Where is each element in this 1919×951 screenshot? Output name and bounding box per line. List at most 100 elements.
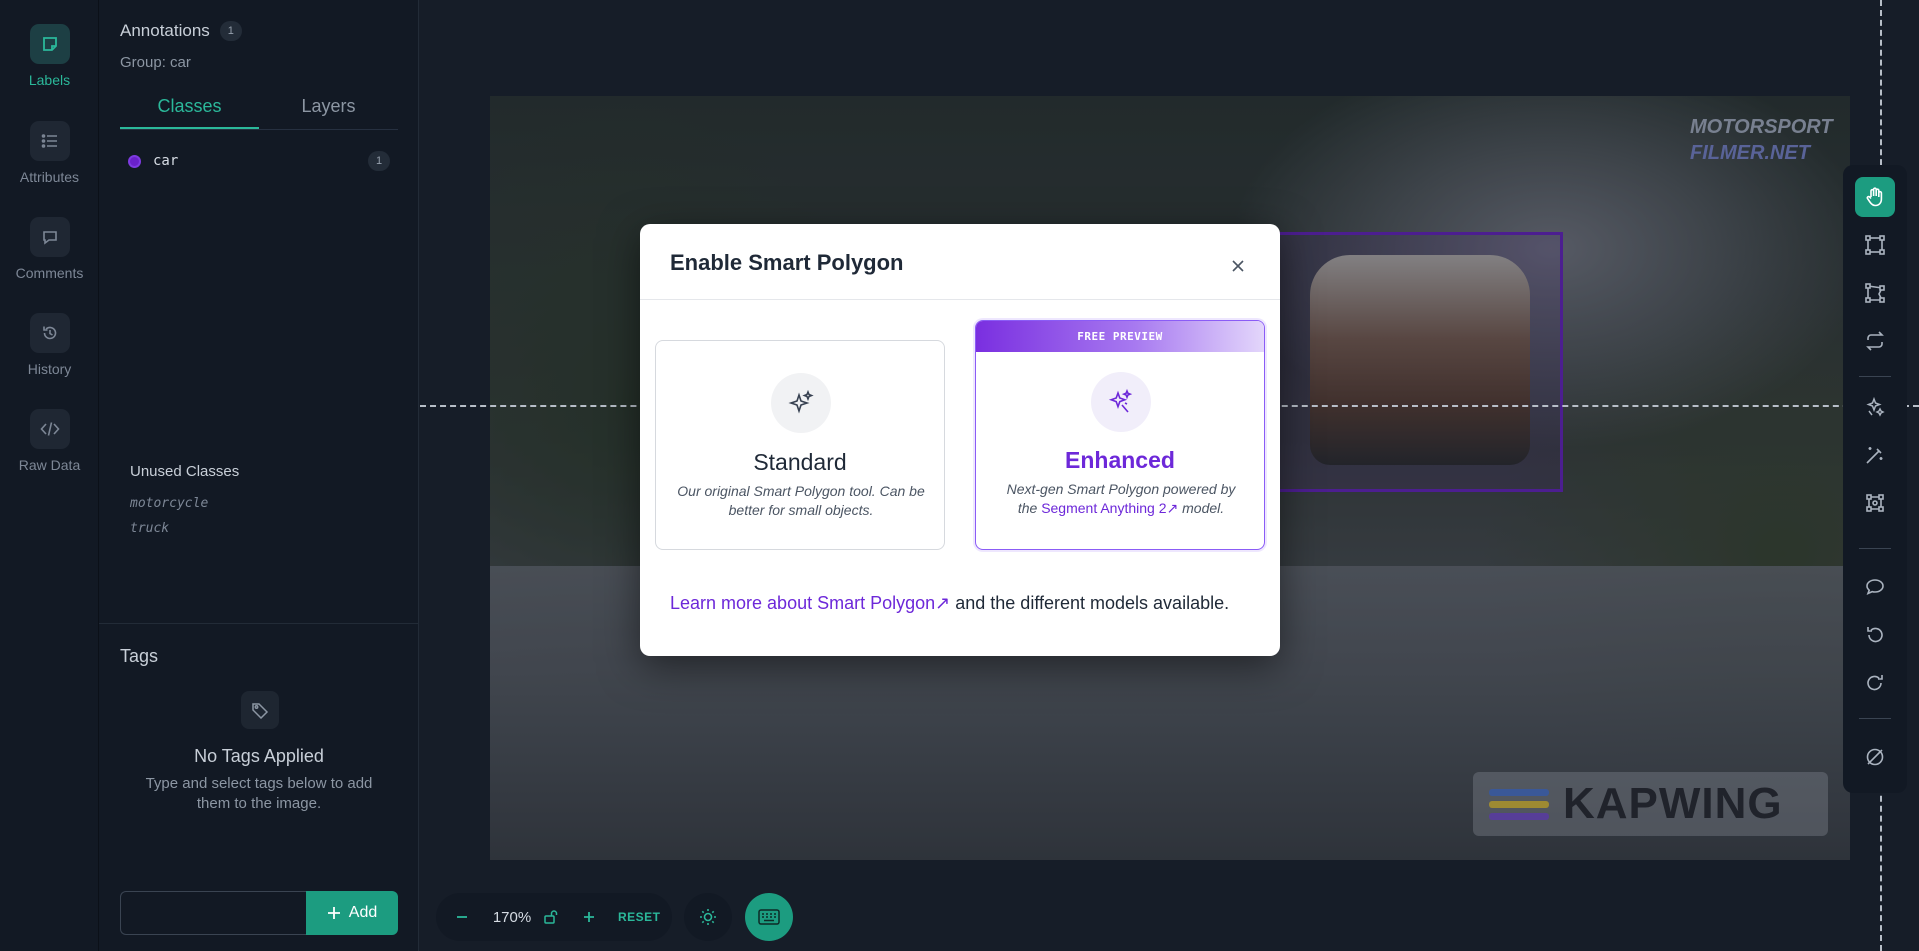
hide-icon (1866, 748, 1884, 766)
rail-label: History (27, 361, 72, 377)
option-standard-description: Our original Smart Polygon tool. Can be … (677, 483, 925, 518)
hide-annotations-button[interactable] (1855, 737, 1895, 777)
panel-tabs: Classes Layers (120, 92, 398, 130)
class-row-car[interactable]: car 1 (128, 150, 390, 172)
keypoint-icon (1866, 494, 1884, 512)
minus-icon (457, 916, 467, 918)
app: Labels Attributes Comments History Raw D… (0, 0, 1919, 951)
toolbar-separator (1859, 548, 1891, 549)
comment-icon (29, 217, 70, 257)
toolbar-separator (1859, 718, 1891, 719)
rail-label: Labels (28, 72, 71, 88)
rail-label: Raw Data (18, 457, 81, 473)
rail-item-comments[interactable]: Comments (0, 217, 99, 297)
zoom-controls: 170% RESET (436, 893, 672, 941)
option-enhanced-name: Enhanced (1065, 447, 1175, 473)
option-standard-name: Standard (753, 449, 847, 475)
add-tag-label: Add (348, 904, 378, 921)
list-icon (29, 121, 70, 161)
sparkles-icon (771, 373, 831, 433)
tab-layers[interactable]: Layers (259, 92, 398, 129)
hand-icon (1866, 187, 1883, 207)
sun-icon (700, 909, 716, 925)
option-enhanced[interactable]: FREE PREVIEW Enhanced Next-gen Smart Pol… (975, 320, 1265, 550)
history-icon (29, 313, 70, 353)
class-count-badge: 1 (368, 151, 390, 171)
plus-icon (327, 907, 340, 919)
smart-polygon-icon (1866, 396, 1885, 417)
rail-item-attributes[interactable]: Attributes (0, 121, 99, 201)
redo-button[interactable] (1855, 663, 1895, 703)
modal-footer-text: Learn more about Smart Polygon↗ and the … (670, 593, 1260, 614)
hand-tool[interactable] (1855, 177, 1895, 217)
class-name: car (153, 153, 179, 169)
comment-tool[interactable] (1855, 567, 1895, 607)
panel-divider (99, 623, 419, 624)
segment-anything-link[interactable]: Segment Anything 2↗ (1041, 500, 1178, 516)
tools-toolbar (1843, 165, 1907, 793)
annotations-title-text: Annotations (120, 21, 210, 40)
external-link-icon: ↗ (935, 593, 951, 613)
brightness-button[interactable] (684, 893, 732, 941)
tag-input[interactable] (120, 891, 306, 935)
rail-item-labels[interactable]: Labels (0, 24, 99, 104)
comment-icon (1866, 579, 1884, 596)
annotations-title: Annotations 1 (120, 21, 242, 41)
polygon-icon (1865, 283, 1885, 303)
repeat-icon (1866, 331, 1884, 351)
free-preview-banner: FREE PREVIEW (976, 321, 1264, 352)
zoom-out-button[interactable] (436, 893, 488, 941)
modal-title: Enable Smart Polygon (670, 250, 904, 275)
keypoint-tool[interactable] (1855, 483, 1895, 523)
rail-label: Attributes (19, 169, 80, 185)
tab-classes[interactable]: Classes (120, 92, 259, 129)
learn-more-link[interactable]: Learn more about Smart Polygon↗ (670, 593, 950, 613)
magic-wand-tool[interactable] (1855, 435, 1895, 475)
repeat-tool[interactable] (1855, 321, 1895, 361)
zoom-reset-button[interactable]: RESET (618, 910, 661, 924)
unused-class-item[interactable]: motorcycle (130, 496, 208, 511)
unlock-icon (544, 910, 558, 924)
no-tags-title: No Tags Applied (194, 746, 324, 766)
unused-classes-title: Unused Classes (130, 463, 240, 480)
zoom-in-button[interactable] (566, 893, 612, 941)
code-icon (29, 409, 70, 449)
zoom-level: 170% (492, 908, 532, 926)
rail-label: Comments (15, 265, 84, 281)
tag-icon (241, 691, 279, 729)
unused-class-item[interactable]: truck (130, 521, 169, 536)
no-tags-description: Type and select tags below to add them t… (145, 775, 373, 812)
enhanced-desc-after: model. (1178, 500, 1225, 516)
keyboard-icon (758, 909, 780, 925)
smart-polygon-icon (1091, 372, 1151, 432)
smart-polygon-tool[interactable] (1855, 387, 1895, 427)
annotations-panel: Annotations 1 Group: car Classes Layers … (99, 0, 419, 951)
undo-icon (1867, 627, 1883, 643)
close-icon (1232, 260, 1244, 272)
label-icon (29, 24, 70, 64)
undo-button[interactable] (1855, 615, 1895, 655)
modal-divider (640, 299, 1280, 300)
group-label: Group: car (120, 54, 191, 71)
bounding-box-tool[interactable] (1855, 225, 1895, 265)
option-standard[interactable]: Standard Our original Smart Polygon tool… (655, 340, 945, 550)
keyboard-shortcuts-button[interactable] (745, 893, 793, 941)
rail-item-history[interactable]: History (0, 313, 99, 393)
rail-item-raw-data[interactable]: Raw Data (0, 409, 99, 489)
magic-wand-icon (1866, 447, 1883, 464)
class-color-dot (128, 154, 141, 168)
polygon-tool[interactable] (1855, 273, 1895, 313)
footer-trailing-text: and the different models available. (950, 593, 1230, 613)
toolbar-separator (1859, 376, 1891, 377)
smart-polygon-modal: Enable Smart Polygon Standard Our origin… (640, 224, 1280, 656)
bounding-box-icon (1865, 235, 1885, 255)
plus-icon (584, 912, 594, 922)
tags-title: Tags (120, 646, 159, 666)
option-enhanced-description: Next-gen Smart Polygon powered by the Se… (996, 480, 1246, 518)
modal-close-button[interactable] (1226, 254, 1250, 278)
add-tag-button[interactable]: Add (306, 891, 398, 935)
redo-icon (1867, 675, 1883, 691)
zoom-lock-button[interactable] (536, 893, 566, 941)
left-rail: Labels Attributes Comments History Raw D… (0, 0, 99, 951)
annotations-count-badge: 1 (219, 21, 242, 41)
